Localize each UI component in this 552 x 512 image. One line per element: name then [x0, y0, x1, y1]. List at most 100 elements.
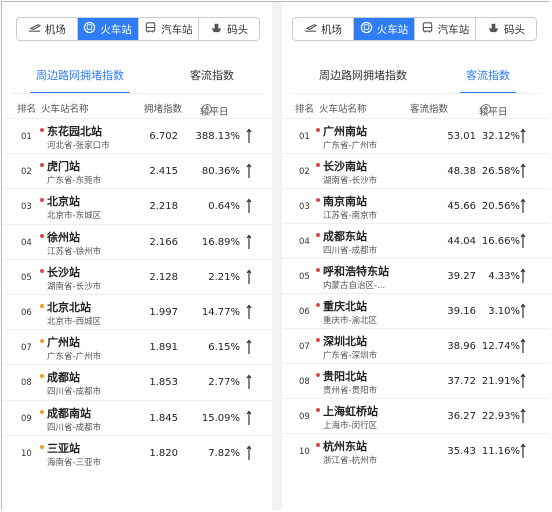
station-name: 三亚站	[47, 441, 80, 455]
rank-number: 06	[299, 307, 310, 317]
tab-train-station[interactable]: 火车站	[354, 18, 415, 40]
bus-icon	[144, 21, 157, 37]
table-row[interactable]: 03 南京南站 江苏省-南京市 45.66 20.56%	[282, 188, 550, 224]
table-row[interactable]: 08 成都站 四川省-成都市 1.853 2.77%	[2, 364, 272, 400]
tab-bus-station[interactable]: 汽车站	[415, 18, 476, 40]
rank-number: 07	[299, 342, 310, 352]
table-row[interactable]: 01 广州南站 广东省-广州市 53.01 32.12%	[282, 118, 550, 154]
tab-passenger-flow-index[interactable]: 客流指数	[182, 64, 242, 94]
trend-up-icon	[520, 408, 526, 424]
table-row[interactable]: 03 北京站 北京市-东城区 2.218 0.64%	[2, 188, 272, 224]
station-location: 四川省-成都市	[47, 387, 102, 398]
rank-number: 01	[21, 132, 32, 142]
status-dot	[40, 374, 44, 379]
station-location: 北京市-东城区	[47, 211, 102, 222]
compare-percent: 6.15%	[208, 342, 240, 354]
station-location: 江苏省-徐州市	[47, 246, 102, 257]
index-value: 36.27	[447, 411, 476, 422]
table-row[interactable]: 05 长沙站 湖南省-长沙市 2.128 2.21%	[2, 258, 272, 295]
rank-number: 04	[21, 237, 32, 248]
rank-number: 09	[299, 412, 310, 422]
compare-percent: 14.77%	[201, 307, 240, 318]
status-dot	[316, 373, 320, 377]
trend-up-icon	[246, 234, 252, 250]
station-name: 广州南站	[323, 125, 367, 138]
station-location: 湖南省-长沙市	[47, 281, 102, 292]
table-row[interactable]: 10 杭州东站 浙江省-杭州市 35.43 11.16%	[282, 433, 550, 469]
header-congestion-index: 拥堵指数	[144, 104, 183, 115]
bus-icon	[421, 21, 434, 37]
station-location: 贵州省-贵阳市	[323, 386, 378, 396]
compare-percent: 32.12%	[481, 131, 520, 142]
table-row[interactable]: 08 贵阳北站 贵州省-贵阳市 37.72 21.91%	[282, 363, 550, 399]
station-location: 广东省-深圳市	[323, 351, 378, 361]
plane-icon	[304, 21, 318, 37]
plane-icon	[28, 21, 42, 37]
tab-congestion-index[interactable]: 周边路网拥堵指数	[30, 64, 130, 94]
index-value: 53.01	[447, 131, 476, 142]
trend-up-icon	[520, 443, 526, 459]
index-value: 48.38	[447, 166, 476, 177]
help-icon[interactable]: ?	[202, 104, 212, 114]
status-dot	[40, 233, 44, 238]
compare-percent: 26.58%	[481, 166, 520, 177]
trend-up-icon	[520, 338, 526, 354]
station-location: 北京市-西城区	[47, 317, 102, 327]
station-name: 徐州站	[47, 230, 80, 244]
index-value: 2.166	[149, 236, 178, 248]
tab-bus-station[interactable]: 汽车站	[139, 18, 200, 40]
station-name: 成都站	[47, 371, 80, 385]
trend-up-icon	[520, 303, 526, 319]
table-row[interactable]: 09 成都南站 四川省-成都市 1.845 15.09%	[2, 399, 272, 436]
tab-ferry-terminal[interactable]: 码头	[199, 18, 259, 40]
ship-icon	[210, 21, 223, 37]
compare-percent: 2.21%	[208, 271, 240, 283]
tab-congestion-index[interactable]: 周边路网拥堵指数	[308, 64, 418, 94]
status-dot	[316, 163, 320, 167]
compare-percent: 21.91%	[481, 376, 520, 387]
index-value: 2.218	[149, 201, 178, 213]
rank-number: 02	[299, 167, 310, 177]
tab-train-station[interactable]: 火车站	[77, 18, 139, 40]
table-header: 排名 火车站名称 拥堵指数 较平日?	[2, 98, 272, 118]
table-row[interactable]: 04 徐州站江苏省-徐州市 2.166 16.89%	[2, 223, 272, 260]
compare-percent: 7.82%	[208, 447, 240, 459]
table-row[interactable]: 07 广州站 广东省-广州市 1.891 6.15%	[2, 329, 272, 365]
table-row[interactable]: 09 上海虹桥站 上海市-闵行区 36.27 22.93%	[282, 398, 550, 434]
compare-percent: 3.10%	[488, 306, 520, 317]
station-location: 浙江省-杭州市	[323, 456, 378, 466]
table-row[interactable]: 02 长沙南站 湖南省-长沙市 48.38 26.58%	[282, 153, 550, 189]
index-value: 44.04	[447, 236, 476, 247]
station-location: 四川省-成都市	[323, 246, 378, 256]
station-name: 成都东站	[323, 230, 367, 243]
station-name: 北京站	[47, 195, 80, 209]
trend-up-icon	[246, 128, 252, 144]
index-value: 6.702	[149, 131, 178, 142]
table-row[interactable]: 06 重庆北站 重庆市-渝北区 39.16 3.10%	[282, 293, 550, 329]
station-location: 江苏省-南京市	[323, 211, 378, 221]
table-row[interactable]: 06 北京北站 北京市-西城区 1.997 14.77%	[2, 294, 272, 330]
index-value: 45.66	[447, 201, 476, 212]
compare-percent: 22.93%	[481, 411, 520, 422]
table-row[interactable]: 10 三亚站 海南省-三亚市 1.820 7.82%	[2, 434, 272, 471]
table-row[interactable]: 02 虎门站 广东省-东莞市 2.415 80.36%	[2, 153, 272, 189]
station-name: 北京北站	[47, 301, 91, 314]
divider	[12, 93, 262, 94]
index-value: 37.72	[447, 376, 476, 387]
station-location: 重庆市-渝北区	[323, 316, 378, 326]
table-row[interactable]: 01 东花园北站 河北省-张家口市 6.702 388.13%	[2, 118, 272, 154]
table-row[interactable]: 05 呼和浩特东站 内蒙古自治区-... 39.27 4.33%	[282, 258, 550, 294]
compare-percent: 16.89%	[201, 236, 240, 248]
tab-ferry-terminal[interactable]: 码头	[476, 18, 536, 40]
index-value: 1.853	[149, 377, 178, 389]
train-icon	[360, 21, 373, 37]
status-dot	[40, 198, 44, 203]
trend-up-icon	[246, 374, 252, 390]
tab-airport[interactable]: 机场	[293, 18, 354, 40]
table-row[interactable]: 07 深圳北站 广东省-深圳市 38.96 12.74%	[282, 328, 550, 364]
tab-airport[interactable]: 机场	[17, 18, 78, 40]
tab-passenger-flow-index[interactable]: 客流指数	[460, 64, 516, 94]
table-row[interactable]: 04 成都东站 四川省-成都市 44.04 16.66%	[282, 223, 550, 259]
station-location: 广东省-广州市	[323, 141, 378, 151]
help-icon[interactable]: ?	[481, 104, 491, 114]
